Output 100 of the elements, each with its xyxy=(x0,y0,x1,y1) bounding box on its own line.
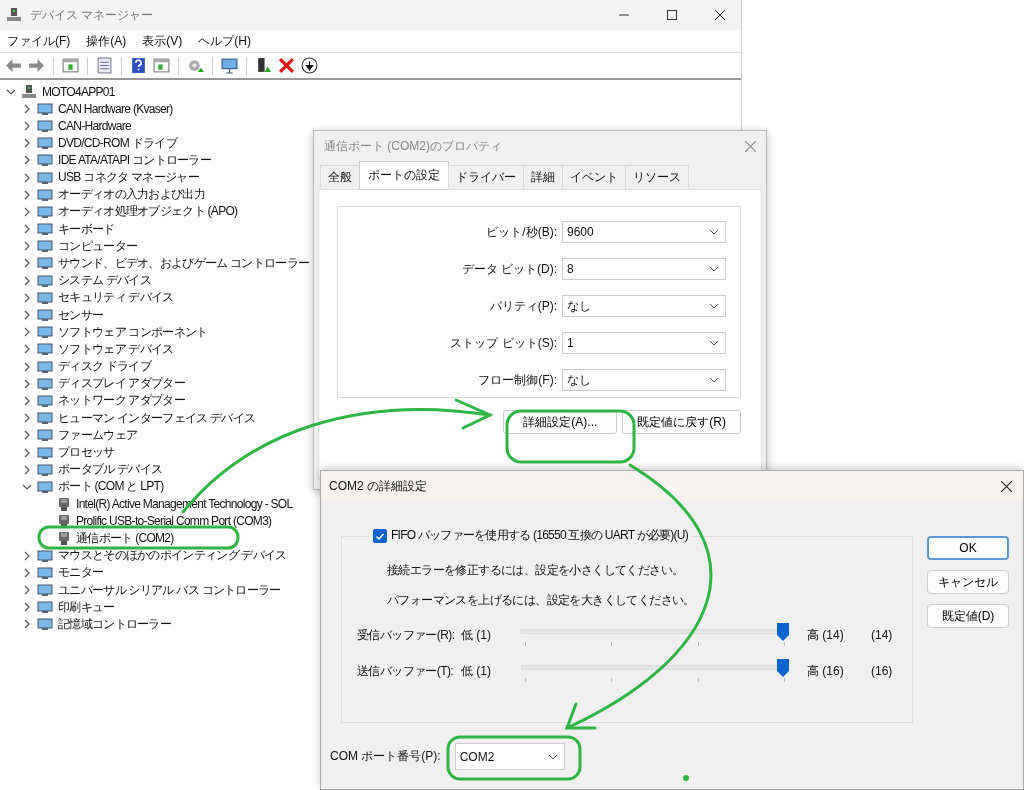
dialog-button[interactable]: OK xyxy=(927,536,1009,560)
expand-chevron-icon[interactable] xyxy=(22,585,32,596)
tree-item[interactable]: USB コネクタ マネージャー xyxy=(58,169,199,187)
expand-chevron-icon[interactable] xyxy=(22,292,32,303)
tree-item[interactable]: DVD/CD-ROM ドライブ xyxy=(58,134,177,152)
properties-icon[interactable] xyxy=(95,57,114,74)
panel-icon[interactable] xyxy=(152,57,171,74)
expand-chevron-icon[interactable] xyxy=(22,258,32,269)
tree-item[interactable]: オーディオ処理オブジェクト (APO) xyxy=(58,203,238,221)
tab[interactable]: ドライバー xyxy=(448,165,524,189)
dropdown-field[interactable]: 9600 xyxy=(562,221,726,243)
menu-item[interactable]: 操作(A) xyxy=(86,32,127,50)
tree-item[interactable]: 印刷キュー xyxy=(58,598,115,616)
cross-icon[interactable] xyxy=(277,57,296,74)
tree-item[interactable]: システム デバイス xyxy=(58,272,152,290)
tree-item[interactable]: オーディオの入力および出力 xyxy=(58,186,205,204)
forward-arrow-icon[interactable] xyxy=(27,57,46,74)
close-icon[interactable] xyxy=(1001,480,1012,492)
expand-chevron-icon[interactable] xyxy=(22,619,32,630)
dropdown-field[interactable]: なし xyxy=(562,369,726,391)
expand-chevron-icon[interactable] xyxy=(22,395,32,406)
close-icon[interactable] xyxy=(715,10,725,20)
tab[interactable]: 全般 xyxy=(320,165,360,189)
expand-chevron-icon[interactable] xyxy=(22,172,32,183)
tree-item[interactable]: ポート (COM と LPT) xyxy=(58,478,164,496)
back-arrow-icon[interactable] xyxy=(4,57,23,74)
help-icon[interactable] xyxy=(129,57,148,74)
expand-chevron-icon[interactable] xyxy=(22,155,32,166)
tree-item[interactable]: ディスク ドライブ xyxy=(58,358,152,376)
expand-chevron-icon[interactable] xyxy=(22,378,32,389)
expand-chevron-icon[interactable] xyxy=(22,224,32,235)
tree-item[interactable]: ユニバーサル シリアル バス コントローラー xyxy=(58,581,281,599)
tree-item[interactable]: CAN-Hardware xyxy=(58,118,131,133)
tree-item[interactable]: ファームウェア xyxy=(58,426,138,444)
expand-chevron-icon[interactable] xyxy=(22,138,32,149)
panel-icon[interactable] xyxy=(61,57,80,74)
expand-chevron-icon[interactable] xyxy=(22,103,32,114)
tree-item[interactable]: Prolific USB-to-Serial Comm Port (COM3) xyxy=(76,514,272,529)
tree-item[interactable]: ネットワーク アダプター xyxy=(58,392,185,410)
expand-chevron-icon[interactable] xyxy=(22,361,32,372)
expand-chevron-icon[interactable] xyxy=(22,241,32,252)
expand-chevron-icon[interactable] xyxy=(22,430,32,441)
tree-item[interactable]: 記憶域コントローラー xyxy=(58,615,171,633)
tree-item[interactable]: 通信ポート (COM2) xyxy=(76,529,174,547)
tree-item[interactable]: ソフトウェア デバイス xyxy=(58,340,174,358)
dropdown-field[interactable]: 8 xyxy=(562,258,726,280)
dialog-button[interactable]: キャンセル xyxy=(927,570,1009,594)
tree-item[interactable]: IDE ATA/ATAPI コントローラー xyxy=(58,151,212,169)
chevron-down-icon xyxy=(709,377,719,383)
expand-chevron-icon[interactable] xyxy=(22,567,32,578)
tree-item[interactable]: プロセッサ xyxy=(58,444,115,462)
expand-chevron-icon[interactable] xyxy=(22,120,32,131)
menu-item[interactable]: 表示(V) xyxy=(142,32,183,50)
device-icon xyxy=(37,599,53,616)
expand-chevron-icon[interactable] xyxy=(22,189,32,200)
slider-thumb[interactable] xyxy=(777,623,789,641)
dropdown-field[interactable]: COM2 xyxy=(454,743,565,770)
expand-chevron-icon[interactable] xyxy=(22,413,32,424)
maximize-icon[interactable] xyxy=(667,10,677,20)
tree-item[interactable]: センサー xyxy=(58,306,104,324)
expand-chevron-icon[interactable] xyxy=(22,275,32,286)
checkbox[interactable] xyxy=(373,528,387,543)
tree-item[interactable]: モニター xyxy=(58,564,104,582)
tree-item[interactable]: サウンド、ビデオ、およびゲーム コントローラー xyxy=(58,254,310,272)
tree-item[interactable]: ソフトウェア コンポーネント xyxy=(58,323,208,341)
monitor-icon[interactable] xyxy=(220,57,239,74)
device-icon xyxy=(37,117,53,134)
menu-item[interactable]: ファイル(F) xyxy=(7,32,71,50)
device-icon xyxy=(37,238,53,255)
down-arrow-circle-icon[interactable] xyxy=(300,57,319,74)
slider-track[interactable] xyxy=(521,623,789,647)
tree-item[interactable]: ディスプレイ アダプター xyxy=(58,375,185,393)
window-title: デバイス マネージャー xyxy=(30,6,154,24)
slider-track[interactable] xyxy=(521,659,789,683)
dropdown-field[interactable]: なし xyxy=(562,295,726,317)
expand-chevron-icon[interactable] xyxy=(22,206,32,217)
tree-item[interactable]: ヒューマン インターフェイス デバイス xyxy=(58,409,256,427)
expand-chevron-icon[interactable] xyxy=(22,464,32,475)
tree-item[interactable]: ポータブル デバイス xyxy=(58,461,163,479)
tree-item[interactable]: セキュリティ デバイス xyxy=(58,289,174,307)
device-icon xyxy=(37,152,53,169)
expand-chevron-icon[interactable] xyxy=(22,602,32,613)
tree-item[interactable]: キーボード xyxy=(58,220,115,238)
tree-item[interactable]: コンピューター xyxy=(58,237,138,255)
expand-chevron-icon[interactable] xyxy=(22,550,32,561)
tree-item[interactable]: CAN Hardware (Kvaser) xyxy=(58,101,173,116)
dropdown-field[interactable]: 1 xyxy=(562,332,726,354)
expand-chevron-icon[interactable] xyxy=(22,447,32,458)
expand-chevron-icon[interactable] xyxy=(22,327,32,338)
expand-chevron-icon[interactable] xyxy=(22,310,32,321)
gear-icon[interactable] xyxy=(186,57,205,74)
dialog-button[interactable]: 既定値(D) xyxy=(927,604,1009,628)
tab[interactable]: ポートの設定 xyxy=(359,161,449,189)
tab[interactable]: リソース xyxy=(625,165,689,189)
tree-item[interactable]: MOTO4APP01 xyxy=(42,84,115,99)
dialog-button[interactable]: 既定値に戻す(R) xyxy=(622,410,741,434)
slider-thumb[interactable] xyxy=(777,659,789,677)
menu-item[interactable]: ヘルプ(H) xyxy=(198,32,251,50)
expand-chevron-icon[interactable] xyxy=(22,344,32,355)
tree-item[interactable]: マウスとそのほかのポインティング デバイス xyxy=(58,547,287,565)
